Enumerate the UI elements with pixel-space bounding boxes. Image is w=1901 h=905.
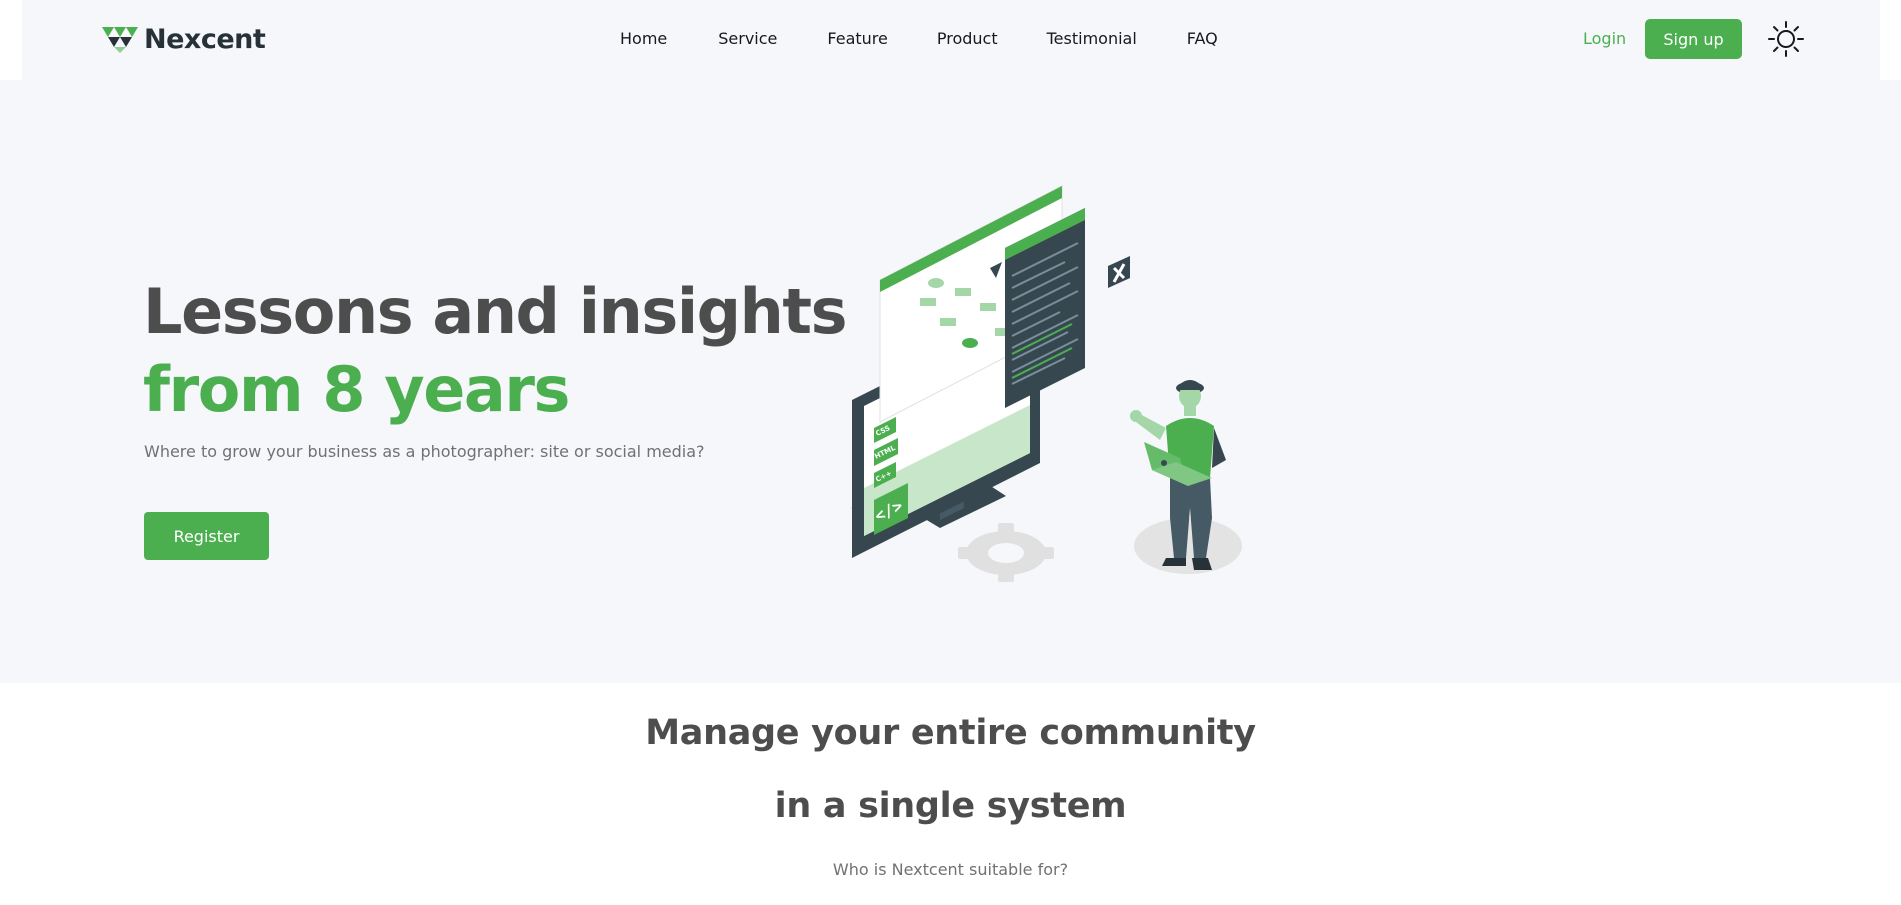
hero-section: Lessons and insights from 8 years Where … xyxy=(0,80,1901,683)
login-link[interactable]: Login xyxy=(1583,29,1626,48)
main-nav: Home Service Feature Product Testimonial… xyxy=(620,29,1218,48)
sun-icon xyxy=(1768,21,1804,57)
logo-icon xyxy=(102,26,138,53)
brand-name: Nexcent xyxy=(144,24,266,55)
nav-link-product[interactable]: Product xyxy=(937,29,998,48)
nav-link-testimonial[interactable]: Testimonial xyxy=(1047,29,1137,48)
top-navbar: Nexcent Home Service Feature Product Tes… xyxy=(22,0,1880,80)
section-title-line1: Manage your entire community xyxy=(645,713,1256,753)
nav-link-faq[interactable]: FAQ xyxy=(1187,29,1218,48)
nav-link-home[interactable]: Home xyxy=(620,29,667,48)
close-badge-icon xyxy=(1108,256,1130,288)
gear-icon xyxy=(958,523,1054,582)
hero-illustration: CSS HTML C++ </> xyxy=(850,185,1242,582)
hero-title-line1: Lessons and insights xyxy=(143,275,848,348)
theme-toggle-button[interactable] xyxy=(1767,20,1805,58)
signup-button[interactable]: Sign up xyxy=(1645,19,1742,59)
hero-subtitle: Where to grow your business as a photogr… xyxy=(144,442,705,461)
nav-link-service[interactable]: Service xyxy=(718,29,777,48)
register-button[interactable]: Register xyxy=(144,512,269,560)
hero-title-line2: from 8 years xyxy=(143,353,570,426)
section-subtitle: Who is Nextcent suitable for? xyxy=(832,860,1069,879)
nav-link-feature[interactable]: Feature xyxy=(827,29,887,48)
landing-page: Nexcent Home Service Feature Product Tes… xyxy=(0,0,1901,905)
section-title-line2: in a single system xyxy=(774,786,1127,826)
brand-logo[interactable]: Nexcent xyxy=(102,24,266,55)
